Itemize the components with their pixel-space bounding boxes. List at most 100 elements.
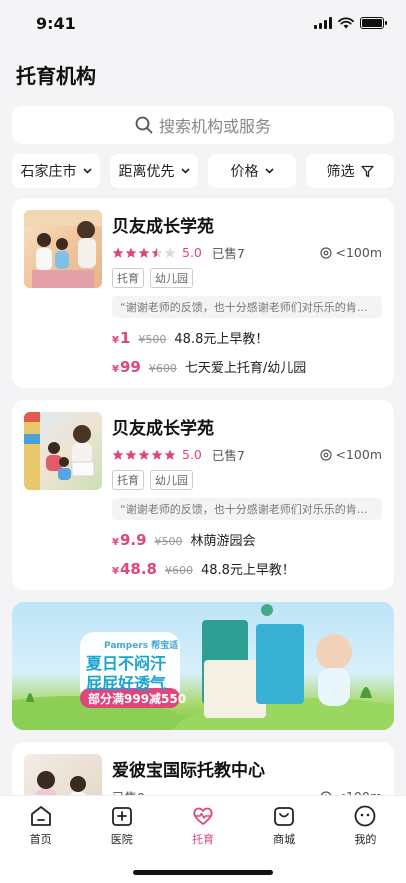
deal-name: 林荫游园会 [190, 534, 256, 549]
tab-home[interactable]: 首页 [11, 804, 71, 847]
original-price-value: 500 [145, 333, 167, 346]
search-input[interactable]: 搜索机构或服务 [12, 106, 394, 144]
filter-city[interactable]: 石家庄市 [12, 154, 100, 188]
profile-icon [354, 805, 376, 827]
original-price-value: 600 [155, 362, 177, 375]
currency-symbol: ¥ [112, 335, 119, 346]
banner-promo: 部分满999减550 [88, 692, 187, 706]
star-icon [151, 247, 163, 258]
tag: 幼儿园 [150, 268, 193, 288]
tag-list: 托育 幼儿园 [112, 470, 382, 490]
tab-hospital[interactable]: 医院 [92, 804, 152, 847]
deal-price: ¥99 [112, 358, 141, 376]
filter-label: 距离优先 [118, 164, 175, 180]
institution-card[interactable]: 贝友成长学苑 5.0 已售7 <100m 托育 幼儿园 “谢谢老师的反馈，也十分… [12, 400, 394, 590]
rating-score: 5.0 [182, 245, 202, 260]
tab-label: 商城 [273, 833, 296, 846]
deal-price: ¥48.8 [112, 560, 157, 578]
institution-name: 贝友成长学苑 [112, 419, 214, 439]
institution-list: 贝友成长学苑 5.0 已售7 <100m 托育 幼儿园 “谢谢老师的反馈，也十分… [0, 198, 406, 844]
deal-name: 48.8元上早教！ [174, 332, 269, 347]
page-title: 托育机构 [16, 64, 96, 88]
deal-item[interactable]: ¥1 ¥500 48.8元上早教！ [112, 328, 382, 347]
star-icon [125, 247, 137, 258]
institution-card[interactable]: 贝友成长学苑 5.0 已售7 <100m 托育 幼儿园 “谢谢老师的反馈，也十分… [12, 198, 394, 388]
deal-name: 七天爱上托育/幼儿园 [184, 361, 307, 376]
deal-price-value: 1 [119, 329, 131, 347]
tab-profile[interactable]: 我的 [335, 804, 395, 847]
tab-childcare[interactable]: 托育 [173, 804, 233, 847]
chevron-down-icon [180, 168, 190, 174]
rating-score: 5.0 [182, 447, 202, 462]
search-placeholder: 搜索机构或服务 [158, 117, 271, 136]
tab-label: 托育 [191, 833, 214, 846]
wifi-icon [338, 17, 354, 29]
filter-price[interactable]: 价格 [208, 154, 296, 188]
original-price-value: 500 [161, 535, 183, 548]
promo-banner[interactable]: Pampers 帮宝适 夏日不闷汗 屁屁好透气 部分满999减550 [12, 602, 394, 730]
location-icon [320, 246, 333, 259]
institution-name: 爱彼宝国际托教中心 [112, 761, 265, 781]
deal-price: ¥9.9 [112, 531, 147, 549]
tag: 托育 [112, 268, 144, 288]
star-icon [112, 247, 124, 258]
original-price: ¥500 [138, 333, 166, 346]
signal-icon [314, 17, 332, 29]
deal-price: ¥1 [112, 329, 130, 347]
star-icon [125, 449, 137, 460]
shopping-bag-icon [274, 807, 295, 826]
star-icon [164, 247, 176, 258]
deal-item[interactable]: ¥48.8 ¥600 48.8元上早教！ [112, 559, 382, 578]
institution-photo [24, 412, 102, 490]
search-icon [135, 116, 153, 134]
filter-more[interactable]: 筛选 [306, 154, 394, 188]
chevron-down-icon [82, 168, 92, 174]
original-price-value: 600 [171, 564, 193, 577]
original-price: ¥600 [165, 564, 193, 577]
filter-label: 价格 [230, 164, 259, 180]
filter-label: 石家庄市 [20, 164, 77, 180]
distance-value: <100m [335, 447, 382, 462]
star-icon [164, 449, 176, 460]
star-icon [138, 247, 150, 258]
star-rating [112, 247, 176, 259]
star-rating [112, 449, 176, 461]
currency-symbol: ¥ [112, 364, 119, 375]
status-bar: 9:41 [0, 0, 406, 46]
deal-item[interactable]: ¥9.9 ¥500 林荫游园会 [112, 530, 382, 549]
currency-symbol: ¥ [112, 537, 119, 548]
currency-symbol: ¥ [154, 535, 162, 548]
tag-list: 托育 幼儿园 [112, 268, 382, 288]
filter-label: 筛选 [326, 164, 355, 180]
institution-name: 贝友成长学苑 [112, 217, 214, 237]
tab-mall[interactable]: 商城 [254, 804, 314, 847]
deal-name: 48.8元上早教！ [200, 563, 295, 578]
review-snippet: “谢谢老师的反馈，也十分感谢老师们对乐乐的肯定... [112, 296, 382, 318]
home-indicator [133, 870, 273, 875]
currency-symbol: ¥ [148, 362, 156, 375]
original-price: ¥600 [149, 362, 177, 375]
star-icon [112, 449, 124, 460]
original-price: ¥500 [155, 535, 183, 548]
location-icon [320, 448, 333, 461]
status-icons [314, 17, 387, 29]
star-icon [138, 449, 150, 460]
heart-pulse-icon [193, 807, 213, 825]
sold-count: 已售7 [211, 246, 245, 261]
home-icon [30, 806, 51, 826]
tag: 托育 [112, 470, 144, 490]
star-icon [151, 449, 163, 460]
distance: <100m [320, 245, 382, 260]
chevron-down-icon [264, 168, 274, 174]
distance: <100m [320, 447, 382, 462]
deal-item[interactable]: ¥99 ¥600 七天爱上托育/幼儿园 [112, 357, 382, 376]
funnel-icon [360, 165, 374, 177]
distance-value: <100m [335, 245, 382, 260]
tab-label: 首页 [29, 833, 52, 846]
filter-sort[interactable]: 距离优先 [110, 154, 198, 188]
institution-photo [24, 210, 102, 288]
status-time: 9:41 [36, 13, 76, 33]
filter-bar: 石家庄市 距离优先 价格 筛选 [0, 154, 406, 188]
tab-label: 医院 [110, 833, 133, 846]
battery-icon [360, 17, 387, 29]
